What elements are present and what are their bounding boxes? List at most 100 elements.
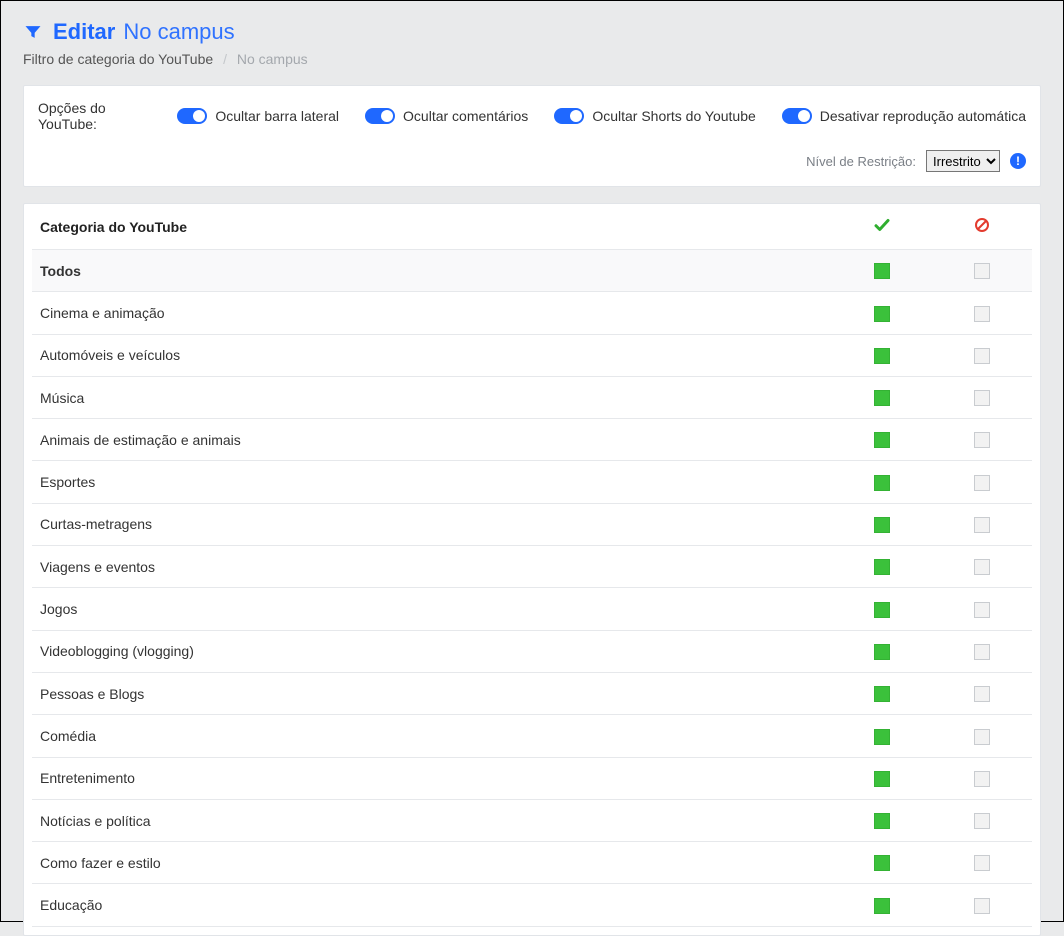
category-block-cell	[932, 419, 1032, 461]
allow-checkbox[interactable]	[874, 686, 890, 702]
category-label: Notícias e política	[32, 799, 832, 841]
allow-checkbox[interactable]	[874, 644, 890, 660]
category-block-cell	[932, 630, 1032, 672]
table-row: Esportes	[32, 461, 1032, 503]
table-row: Automóveis e veículos	[32, 334, 1032, 376]
category-label: Música	[32, 376, 832, 418]
table-row: Comédia	[32, 715, 1032, 757]
block-checkbox[interactable]	[974, 390, 990, 406]
allow-checkbox[interactable]	[874, 602, 890, 618]
category-allow-cell	[832, 588, 932, 630]
block-checkbox[interactable]	[974, 306, 990, 322]
table-row: Curtas-metragens	[32, 503, 1032, 545]
block-checkbox[interactable]	[974, 686, 990, 702]
table-row: Como fazer e estilo	[32, 842, 1032, 884]
category-label: Todos	[32, 250, 832, 292]
block-checkbox[interactable]	[974, 475, 990, 491]
allow-checkbox[interactable]	[874, 517, 890, 533]
allow-checkbox[interactable]	[874, 432, 890, 448]
allow-checkbox[interactable]	[874, 390, 890, 406]
category-table-card: Categoria do YouTube TodosCinema e a	[23, 203, 1041, 936]
block-checkbox[interactable]	[974, 559, 990, 575]
category-allow-cell	[832, 630, 932, 672]
block-checkbox[interactable]	[974, 855, 990, 871]
category-label: Animais de estimação e animais	[32, 419, 832, 461]
table-row: Animais de estimação e animais	[32, 419, 1032, 461]
toggle-disable-autoplay: Desativar reprodução automática	[782, 108, 1026, 124]
allow-checkbox[interactable]	[874, 729, 890, 745]
block-checkbox[interactable]	[974, 813, 990, 829]
category-label: Entretenimento	[32, 757, 832, 799]
table-row: Entretenimento	[32, 757, 1032, 799]
header-allow	[832, 204, 932, 250]
category-allow-cell	[832, 715, 932, 757]
toggle-disable-autoplay-label: Desativar reprodução automática	[820, 108, 1026, 124]
header-category: Categoria do YouTube	[32, 204, 832, 250]
block-checkbox[interactable]	[974, 644, 990, 660]
page-title-bold: Editar	[53, 19, 115, 45]
category-allow-cell	[832, 376, 932, 418]
table-row: Pessoas e Blogs	[32, 672, 1032, 714]
block-checkbox[interactable]	[974, 432, 990, 448]
category-allow-cell	[832, 757, 932, 799]
allow-checkbox[interactable]	[874, 263, 890, 279]
block-checkbox[interactable]	[974, 263, 990, 279]
category-allow-cell	[832, 419, 932, 461]
category-label: Videoblogging (vlogging)	[32, 630, 832, 672]
category-label: Como fazer e estilo	[32, 842, 832, 884]
page-title-thin: No campus	[123, 19, 234, 45]
toggle-hide-shorts-label: Ocultar Shorts do Youtube	[592, 108, 755, 124]
breadcrumb-root[interactable]: Filtro de categoria do YouTube	[23, 51, 213, 67]
category-allow-cell	[832, 884, 932, 926]
page-title-row: Editar No campus	[23, 19, 1041, 45]
category-allow-cell	[832, 334, 932, 376]
allow-checkbox[interactable]	[874, 306, 890, 322]
toggle-hide-shorts: Ocultar Shorts do Youtube	[554, 108, 755, 124]
toggle-hide-comments-switch[interactable]	[365, 108, 395, 124]
toggle-hide-sidebar: Ocultar barra lateral	[177, 108, 339, 124]
table-row: Viagens e eventos	[32, 546, 1032, 588]
youtube-options-label: Opções do YouTube:	[38, 100, 151, 132]
allow-checkbox[interactable]	[874, 475, 890, 491]
allow-checkbox[interactable]	[874, 348, 890, 364]
toggle-hide-sidebar-switch[interactable]	[177, 108, 207, 124]
category-label: Jogos	[32, 588, 832, 630]
block-icon	[974, 217, 990, 236]
category-allow-cell	[832, 546, 932, 588]
block-checkbox[interactable]	[974, 771, 990, 787]
category-allow-cell	[832, 799, 932, 841]
category-label: Automóveis e veículos	[32, 334, 832, 376]
info-icon[interactable]: !	[1010, 153, 1026, 169]
block-checkbox[interactable]	[974, 898, 990, 914]
category-block-cell	[932, 292, 1032, 334]
category-block-cell	[932, 503, 1032, 545]
table-row: Notícias e política	[32, 799, 1032, 841]
restriction-label: Nível de Restrição:	[806, 154, 916, 169]
allow-checkbox[interactable]	[874, 898, 890, 914]
restriction-select[interactable]: Irrestrito	[926, 150, 1000, 172]
youtube-options-card: Opções do YouTube: Ocultar barra lateral…	[23, 85, 1041, 187]
block-checkbox[interactable]	[974, 729, 990, 745]
toggle-hide-shorts-switch[interactable]	[554, 108, 584, 124]
category-label: Viagens e eventos	[32, 546, 832, 588]
breadcrumb-current: No campus	[237, 51, 308, 67]
block-checkbox[interactable]	[974, 602, 990, 618]
check-icon	[873, 216, 891, 237]
toggle-hide-comments: Ocultar comentários	[365, 108, 528, 124]
category-block-cell	[932, 672, 1032, 714]
category-block-cell	[932, 250, 1032, 292]
allow-checkbox[interactable]	[874, 771, 890, 787]
category-block-cell	[932, 757, 1032, 799]
allow-checkbox[interactable]	[874, 559, 890, 575]
filter-icon	[23, 22, 43, 42]
table-row: Todos	[32, 250, 1032, 292]
allow-checkbox[interactable]	[874, 813, 890, 829]
category-block-cell	[932, 546, 1032, 588]
allow-checkbox[interactable]	[874, 855, 890, 871]
toggle-disable-autoplay-switch[interactable]	[782, 108, 812, 124]
breadcrumb-separator: /	[223, 51, 227, 67]
table-row: Jogos	[32, 588, 1032, 630]
category-block-cell	[932, 334, 1032, 376]
block-checkbox[interactable]	[974, 348, 990, 364]
block-checkbox[interactable]	[974, 517, 990, 533]
